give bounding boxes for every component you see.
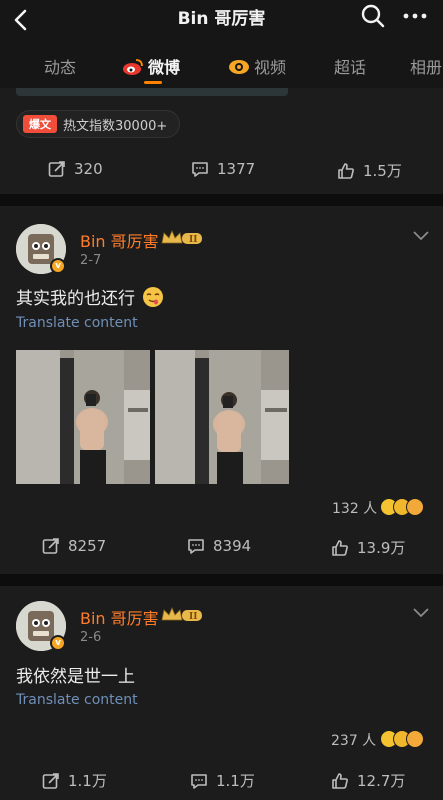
- translate-link[interactable]: Translate content: [16, 315, 138, 331]
- repost-count: 320: [74, 160, 103, 178]
- post-photo[interactable]: [155, 350, 289, 484]
- tab-weibo[interactable]: 微博: [122, 54, 180, 78]
- post-photo[interactable]: [16, 350, 150, 484]
- comment-icon: [192, 162, 208, 177]
- comment-button[interactable]: 1377: [191, 160, 255, 178]
- tab-album[interactable]: 相册: [410, 54, 442, 78]
- reaction-count[interactable]: 237 人: [331, 730, 376, 750]
- cry-emoji-icon: [406, 730, 424, 748]
- repost-icon: [42, 772, 59, 789]
- hot-badge: 爆文: [23, 115, 57, 133]
- hot-index-chip[interactable]: 爆文 热文指数30000+: [16, 110, 181, 138]
- search-icon[interactable]: [360, 3, 386, 29]
- post-text: 其实我的也还行: [16, 284, 164, 309]
- chevron-down-icon[interactable]: [412, 607, 430, 619]
- comment-count: 1.1万: [216, 772, 255, 790]
- like-icon: [338, 162, 354, 179]
- post-photo-image: [155, 350, 289, 484]
- post-date: 2-6: [80, 630, 102, 645]
- card-divider: [0, 194, 443, 206]
- reaction-count[interactable]: 132 人: [332, 498, 377, 518]
- post-date: 2-7: [80, 253, 102, 268]
- tab-weibo-label: 微博: [148, 58, 181, 77]
- like-icon: [332, 772, 348, 789]
- video-icon: [229, 60, 249, 74]
- member-crown-icon: II: [161, 606, 202, 622]
- verified-badge: v: [50, 635, 66, 651]
- member-crown-icon: II: [161, 229, 202, 245]
- more-icon[interactable]: [400, 3, 430, 29]
- like-button[interactable]: 13.9万: [331, 537, 405, 558]
- comment-icon: [188, 539, 204, 554]
- comment-button[interactable]: 8394: [187, 537, 251, 555]
- like-button[interactable]: 12.7万: [331, 770, 405, 791]
- comment-count: 1377: [217, 160, 256, 178]
- comment-button[interactable]: 1.1万: [190, 770, 255, 791]
- repost-button[interactable]: 8257: [42, 537, 106, 555]
- repost-icon: [42, 538, 59, 554]
- tab-video-label: 视频: [254, 58, 287, 77]
- svg-text:II: II: [189, 612, 197, 622]
- repost-count: 8257: [68, 537, 107, 555]
- chevron-down-icon[interactable]: [412, 230, 430, 242]
- like-count: 1.5万: [363, 162, 402, 180]
- action-bar: 1.1万 1.1万 12.7万: [0, 770, 443, 800]
- like-icon: [332, 539, 348, 556]
- repost-count: 1.1万: [68, 772, 107, 790]
- like-button[interactable]: 1.5万: [337, 160, 402, 181]
- author-name[interactable]: Bin 哥厉害: [80, 228, 159, 252]
- tab-dynamics[interactable]: 动态: [44, 54, 76, 78]
- cry-emoji-icon: [406, 498, 424, 516]
- card-divider: [0, 574, 443, 586]
- comment-count: 8394: [213, 537, 252, 555]
- verified-badge: v: [50, 258, 66, 274]
- weibo-icon: [123, 59, 143, 75]
- media-strip: [16, 88, 288, 96]
- repost-icon: [48, 161, 65, 177]
- tab-video[interactable]: 视频: [228, 54, 286, 78]
- post-text-content: 其实我的也还行: [16, 289, 135, 309]
- svg-text:II: II: [189, 235, 197, 245]
- tab-super-topic[interactable]: 超话: [334, 54, 366, 78]
- hot-index-text: 热文指数30000+: [63, 118, 168, 134]
- top-bar: Bin 哥厉害: [0, 0, 443, 44]
- tab-active-indicator: [144, 81, 162, 84]
- action-bar: 8257 8394 13.9万: [0, 537, 443, 567]
- comment-icon: [191, 773, 207, 789]
- translate-link[interactable]: Translate content: [16, 692, 138, 708]
- yum-emoji-icon: [143, 287, 164, 307]
- author-name[interactable]: Bin 哥厉害: [80, 605, 159, 629]
- tab-bar: 动态 微博 视频 超话 相册: [0, 44, 443, 88]
- post-text: 我依然是世一上: [16, 667, 135, 687]
- like-count: 13.9万: [357, 539, 406, 557]
- repost-button[interactable]: 320: [48, 160, 103, 178]
- post-photo-image: [16, 350, 150, 484]
- repost-button[interactable]: 1.1万: [42, 770, 107, 791]
- action-bar: 320 1377 1.5万: [0, 160, 443, 190]
- like-count: 12.7万: [357, 772, 406, 790]
